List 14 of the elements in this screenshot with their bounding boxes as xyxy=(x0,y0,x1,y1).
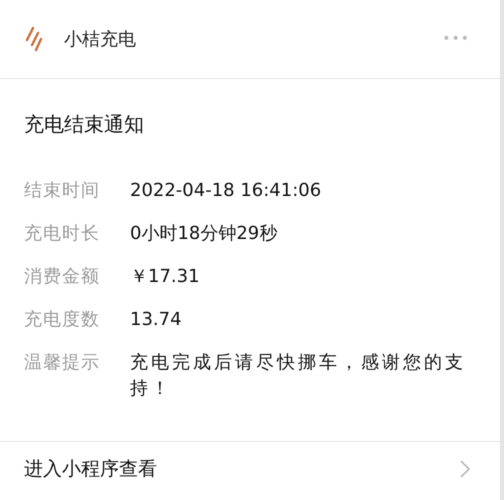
field-label: 充电时长 xyxy=(24,222,101,246)
field-value: 2022-04-18 16:41:06 xyxy=(130,179,322,203)
field-label: 充电度数 xyxy=(24,308,101,332)
field-value: 0小时18分钟29秒 xyxy=(130,222,278,246)
app-name: 小桔充电 xyxy=(64,28,136,51)
field-value: 充电完成后请尽快挪车，感谢您的支持！ xyxy=(130,351,467,401)
field-value: 13.74 xyxy=(130,308,183,332)
chevron-right-icon xyxy=(460,460,470,478)
field-label: 消费金额 xyxy=(24,265,101,289)
open-mini-program-link[interactable]: 进入小程序查看 xyxy=(0,442,500,482)
field-label: 结束时间 xyxy=(24,179,101,203)
field-value: ￥17.31 xyxy=(130,265,201,289)
notification-title: 充电结束通知 xyxy=(24,111,145,138)
field-label: 温馨提示 xyxy=(24,351,101,375)
